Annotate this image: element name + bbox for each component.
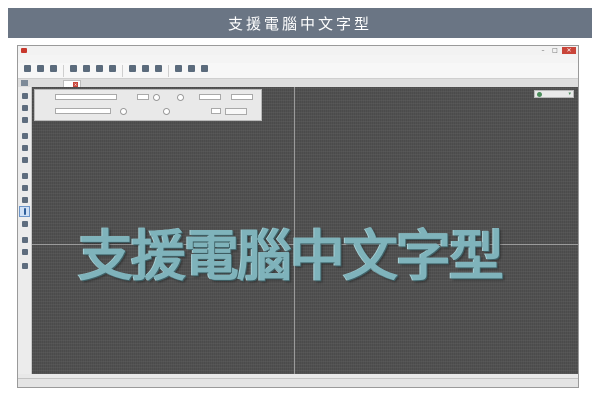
ribbon-color-button[interactable] <box>172 63 185 79</box>
file-icon <box>24 65 31 72</box>
menu-bar <box>18 55 578 63</box>
embroidery-app-window: – □ ✕ × ▾ 支援電腦中文字型 <box>17 45 579 388</box>
stitch-icon <box>188 65 195 72</box>
save-icon <box>50 65 57 72</box>
tool-image[interactable] <box>20 261 29 270</box>
design-canvas[interactable]: ▾ 支援電腦中文字型 / ✕ ● ✕ <box>32 87 578 374</box>
pointer-icon <box>21 92 28 99</box>
color-icon <box>175 65 182 72</box>
property-row-2 <box>35 105 261 119</box>
ribbon-toolbar <box>18 63 578 79</box>
tool-curve[interactable] <box>20 155 29 164</box>
ribbon-separator <box>122 65 123 77</box>
tool-text[interactable] <box>19 206 30 217</box>
sew-icon <box>201 65 208 72</box>
check-option-2[interactable] <box>163 108 170 115</box>
tool-stitch[interactable] <box>20 235 29 244</box>
ribbon-text-button[interactable] <box>93 63 106 79</box>
line-icon <box>21 144 28 151</box>
ribbon-undo-button[interactable] <box>67 63 80 79</box>
ribbon-separator <box>168 65 169 77</box>
tool-select[interactable] <box>20 91 29 100</box>
curve-icon <box>21 156 28 163</box>
undo-icon <box>70 65 77 72</box>
outline-tool-icon <box>21 184 28 191</box>
tool-pan[interactable] <box>20 115 29 124</box>
zoom-icon <box>537 92 542 97</box>
tool-applique[interactable] <box>20 247 29 256</box>
property-row-1 <box>35 91 261 105</box>
banner-title: 支援電腦中文字型 <box>227 14 372 33</box>
edit-icon <box>109 65 116 72</box>
open-icon <box>37 65 44 72</box>
text-cursor-icon <box>23 208 26 215</box>
zoom-control[interactable]: ▾ <box>534 90 574 98</box>
size-input[interactable] <box>137 94 149 100</box>
tool-fill[interactable] <box>20 171 29 180</box>
close-button[interactable]: ✕ <box>562 47 576 54</box>
ribbon-outline-button[interactable] <box>126 63 139 79</box>
ribbon-redo-button[interactable] <box>80 63 93 79</box>
stitch-tool-icon <box>21 236 28 243</box>
monogram-icon <box>155 65 162 72</box>
size-option-radio[interactable] <box>153 94 160 101</box>
tool-zoom[interactable] <box>20 103 29 112</box>
app-logo-icon <box>21 48 27 53</box>
page-banner: 支援電腦中文字型 <box>8 8 592 38</box>
outline-icon <box>129 65 136 72</box>
chevron-down-icon: ▾ <box>568 91 571 97</box>
maximize-button[interactable]: □ <box>550 47 560 54</box>
ribbon-edit-button[interactable] <box>106 63 119 79</box>
monogram-tool-icon <box>21 220 28 227</box>
ribbon-monogram-button[interactable] <box>152 63 165 79</box>
circle-icon <box>21 196 28 203</box>
ribbon-stitch-button[interactable] <box>185 63 198 79</box>
hand-icon <box>21 116 28 123</box>
tool-monogram[interactable] <box>20 219 29 228</box>
shape-icon <box>21 132 28 139</box>
window-controls: – □ ✕ <box>538 47 576 54</box>
minimize-button[interactable]: – <box>538 47 548 54</box>
status-bar <box>18 378 578 387</box>
applique-icon <box>21 248 28 255</box>
ribbon-separator <box>63 65 64 77</box>
ribbon-sew-button[interactable] <box>198 63 211 79</box>
text-icon <box>96 65 103 72</box>
ribbon-file-button[interactable] <box>21 63 34 79</box>
direction-select[interactable] <box>231 94 253 100</box>
ribbon-open-button[interactable] <box>34 63 47 79</box>
text-input[interactable] <box>55 94 117 100</box>
spacing-option-radio[interactable] <box>177 94 184 101</box>
redo-icon <box>83 65 90 72</box>
image-icon <box>21 262 28 269</box>
apply-button[interactable] <box>225 108 247 115</box>
tool-line[interactable] <box>20 143 29 152</box>
font-select[interactable] <box>55 108 111 114</box>
ribbon-layout-button[interactable] <box>139 63 152 79</box>
text-property-panel <box>34 89 262 121</box>
left-toolbar <box>18 87 32 374</box>
embroidered-text-object[interactable]: 支援電腦中文字型 <box>78 228 504 283</box>
spacing-input[interactable] <box>199 94 221 100</box>
zoom-icon <box>21 104 28 111</box>
tool-shape[interactable] <box>20 131 29 140</box>
tool-circle[interactable] <box>20 195 29 204</box>
home-tab-icon[interactable] <box>21 80 28 86</box>
check-option-1[interactable] <box>120 108 127 115</box>
tool-outline[interactable] <box>20 183 29 192</box>
fill-icon <box>21 172 28 179</box>
ribbon-save-button[interactable] <box>47 63 60 79</box>
layout-icon <box>142 65 149 72</box>
line-spacing-input[interactable] <box>211 108 221 114</box>
